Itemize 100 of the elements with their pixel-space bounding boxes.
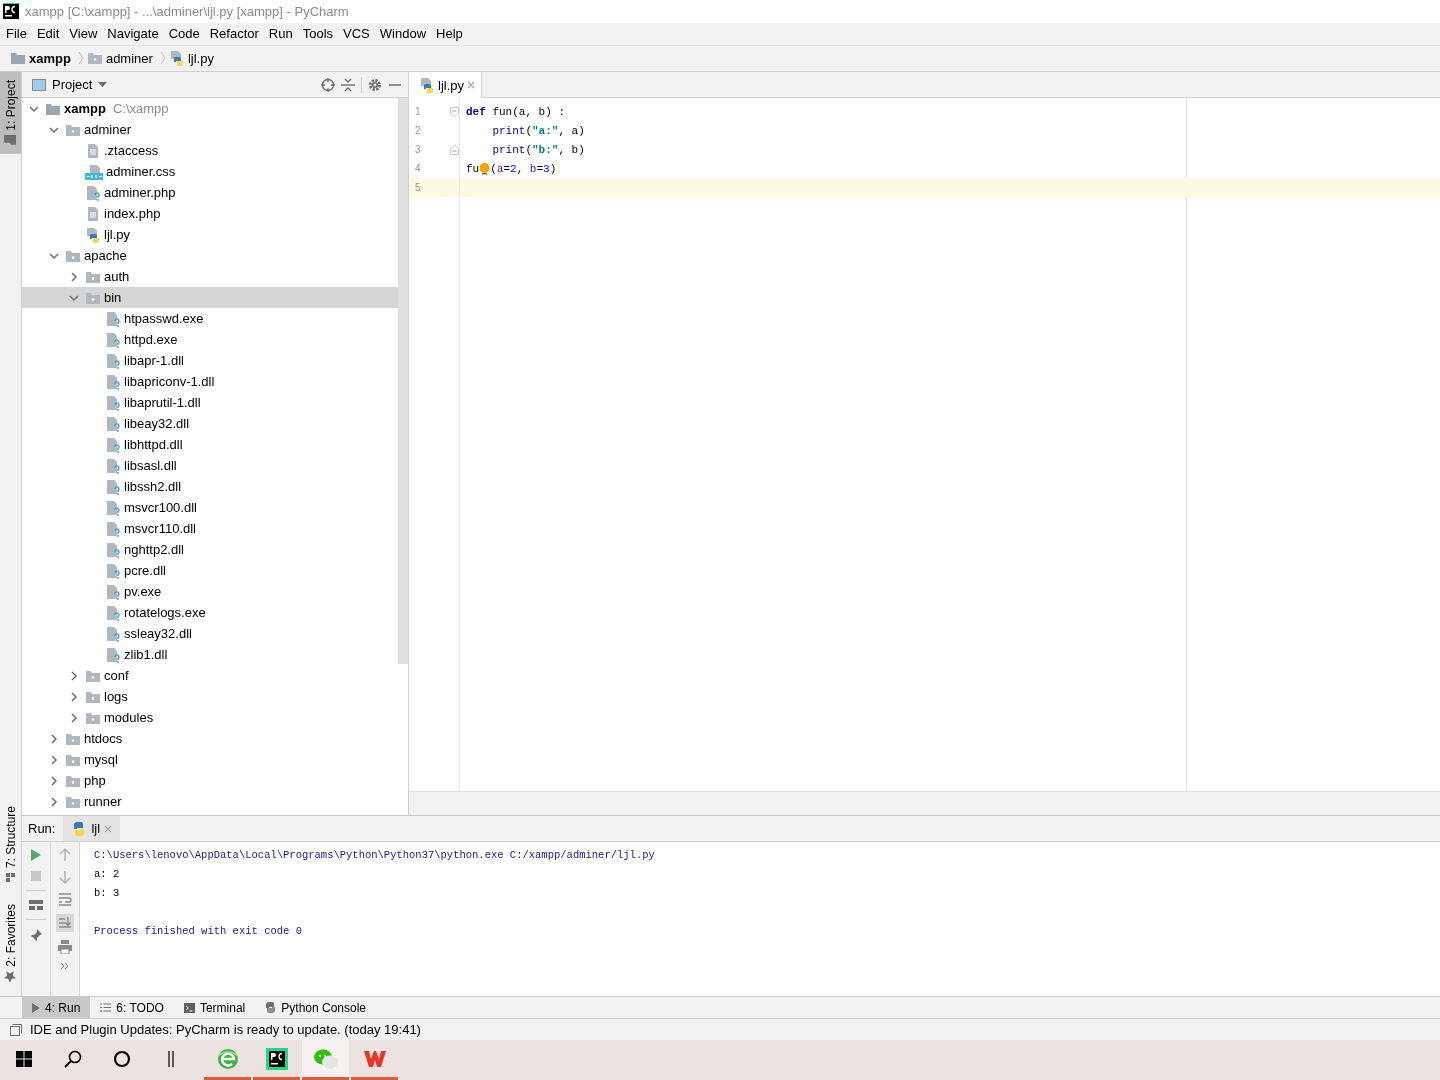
lightbulb-icon[interactable]: [479, 162, 491, 175]
close-icon[interactable]: [467, 81, 475, 90]
tree-item[interactable]: adminer.css: [106, 164, 176, 180]
terminal-icon: [183, 1002, 195, 1013]
tree-item[interactable]: pv.exe: [124, 584, 162, 600]
chevron-right-icon[interactable]: [69, 691, 79, 702]
chevron-down-icon[interactable]: [69, 292, 79, 303]
tool-window-tab[interactable]: 1: Project: [0, 72, 21, 154]
tree-item[interactable]: libapriconv-1.dll: [124, 374, 215, 390]
tree-item[interactable]: ljl.py: [104, 227, 130, 243]
tool-window-tab[interactable]: 2: Favorites: [0, 895, 21, 991]
tree-item[interactable]: libsasl.dll: [124, 458, 177, 474]
office-icon[interactable]: [363, 1048, 386, 1069]
menu-item[interactable]: Edit: [31, 23, 65, 44]
chevron-right-icon[interactable]: [49, 775, 59, 786]
menu-item[interactable]: Navigate: [102, 23, 164, 44]
menu-item[interactable]: VCS: [338, 23, 375, 44]
pycharm-icon[interactable]: [265, 1047, 288, 1070]
tree-item[interactable]: htdocs: [84, 731, 123, 747]
tree-item[interactable]: .ztaccess: [104, 143, 159, 159]
menu-item[interactable]: Run: [263, 23, 298, 44]
scrollbar-thumb[interactable]: [398, 98, 408, 665]
tree-item[interactable]: apache: [84, 248, 127, 264]
menu-item[interactable]: Code: [163, 23, 205, 44]
tree-item[interactable]: pcre.dll: [124, 563, 166, 579]
tree-item[interactable]: modules: [104, 710, 154, 726]
chevron-right-icon[interactable]: [69, 271, 79, 282]
chevron-right-icon[interactable]: [49, 733, 59, 744]
locate-icon[interactable]: [321, 77, 335, 92]
tree-item[interactable]: httpd.exe: [124, 332, 178, 348]
collapse-all-icon[interactable]: [341, 77, 355, 92]
structure-icon: [5, 871, 16, 882]
editor-tab[interactable]: ljl.py: [409, 72, 482, 99]
tool-window-tab[interactable]: 7: Structure: [0, 797, 21, 890]
menu-item[interactable]: Refactor: [204, 23, 264, 44]
chevron-right-icon[interactable]: [69, 670, 79, 681]
run-icon[interactable]: [30, 848, 42, 863]
tree-item[interactable]: adminer: [84, 122, 131, 138]
breadcrumb-item[interactable]: xampp: [29, 50, 71, 66]
layout-icon[interactable]: [29, 899, 43, 912]
chevron-down-icon[interactable]: [49, 250, 59, 261]
tree-item[interactable]: libaprutil-1.dll: [124, 395, 201, 411]
menu-item[interactable]: View: [64, 23, 103, 44]
panel-title[interactable]: Project: [52, 77, 93, 93]
run-icon: [32, 1002, 40, 1013]
tool-window-tab[interactable]: 4: Run: [22, 997, 91, 1019]
tree-item[interactable]: libapr-1.dll: [124, 353, 184, 369]
tree-item[interactable]: mysql: [84, 752, 118, 768]
tree-item[interactable]: nghttp2.dll: [124, 542, 184, 558]
event-log-icon[interactable]: [10, 1023, 22, 1036]
tool-window-tab[interactable]: 6: TODO: [90, 997, 174, 1019]
search-icon[interactable]: [63, 1049, 82, 1068]
tree-item[interactable]: libeay32.dll: [124, 416, 190, 432]
app-logo-icon: [3, 3, 19, 20]
menu-item[interactable]: Help: [431, 23, 468, 44]
settings-icon[interactable]: [368, 77, 382, 92]
python-file-icon: [168, 50, 185, 67]
tree-item[interactable]: ssleay32.dll: [124, 626, 192, 642]
tree-item[interactable]: conf: [104, 668, 129, 684]
menu-item[interactable]: Window: [374, 23, 432, 44]
tool-window-tab[interactable]: Terminal: [173, 997, 256, 1019]
tree-item[interactable]: msvcr100.dll: [124, 500, 197, 516]
chevron-right-icon[interactable]: [49, 754, 59, 765]
browser-icon[interactable]: [216, 1047, 239, 1070]
tree-item[interactable]: runner: [84, 794, 122, 810]
circle-icon[interactable]: [112, 1049, 131, 1068]
tree-item[interactable]: logs: [104, 689, 128, 705]
chevron-right-icon[interactable]: [69, 712, 79, 723]
tree-item[interactable]: zlib1.dll: [124, 647, 168, 663]
fold-marker-icon[interactable]: [450, 144, 459, 155]
task-view-icon[interactable]: [167, 1049, 174, 1068]
tree-item[interactable]: xampp: [64, 101, 106, 117]
soft-wrap-icon[interactable]: [58, 892, 72, 907]
tree-item[interactable]: rotatelogs.exe: [124, 605, 206, 621]
tree-item[interactable]: msvcr110.dll: [124, 521, 196, 537]
code-line: print("a:", a): [492, 124, 585, 137]
tree-item[interactable]: auth: [104, 269, 130, 285]
more-icon[interactable]: [60, 962, 70, 971]
fold-marker-icon[interactable]: [450, 106, 459, 117]
tree-item[interactable]: index.php: [104, 206, 161, 222]
run-tab[interactable]: ljl: [63, 816, 121, 842]
chevron-down-icon[interactable]: [29, 103, 39, 114]
tree-item[interactable]: php: [84, 773, 106, 789]
dropdown-caret-icon[interactable]: [98, 82, 108, 88]
menu-item[interactable]: Tools: [297, 23, 339, 44]
tree-item[interactable]: htpasswd.exe: [124, 311, 204, 327]
breadcrumb-item[interactable]: adminer: [105, 50, 153, 66]
menu-item[interactable]: File: [1, 23, 32, 44]
tree-item[interactable]: libssh2.dll: [124, 479, 182, 495]
tree-item[interactable]: libhttpd.dll: [124, 437, 183, 453]
windows-icon[interactable]: [15, 1050, 32, 1067]
chevron-down-icon[interactable]: [49, 124, 59, 135]
tree-item[interactable]: adminer.php: [104, 185, 176, 201]
unknown-file-icon: [105, 478, 121, 495]
breadcrumb-item[interactable]: ljl.py: [187, 50, 214, 66]
print-icon[interactable]: [58, 940, 72, 955]
tree-item[interactable]: bin: [104, 290, 122, 306]
tool-window-tab[interactable]: Python Console: [255, 997, 377, 1019]
chevron-right-icon[interactable]: [49, 796, 59, 807]
pin-icon[interactable]: [29, 928, 43, 943]
